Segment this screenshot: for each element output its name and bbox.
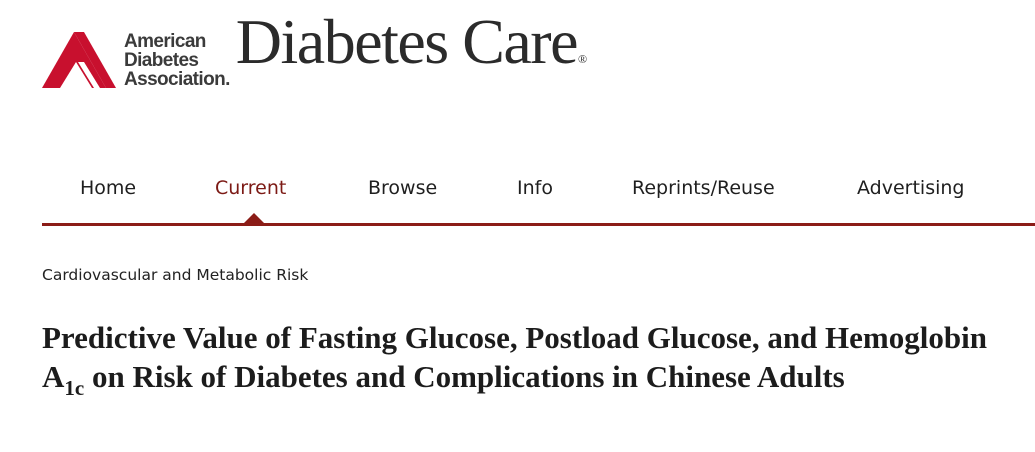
ada-wordmark-line-3: Association. — [124, 69, 230, 90]
nav-item-info[interactable]: Info — [517, 177, 553, 199]
nav-item-home[interactable]: Home — [80, 177, 136, 199]
site-header: American Diabetes Association. Diabetes … — [42, 10, 587, 90]
ada-wordmark-line-2: Diabetes — [124, 50, 199, 71]
article-title: Predictive Value of Fasting Glucose, Pos… — [42, 318, 1002, 399]
journal-title-link[interactable]: Diabetes Care® — [236, 10, 587, 90]
article-title-part-2: on Risk of Diabetes and Complications in… — [84, 359, 845, 394]
ada-wordmark-line-1: American — [124, 31, 206, 52]
nav-list: Home Current Browse Info Reprints/Reuse … — [42, 165, 1035, 223]
article-title-subscript: 1c — [64, 376, 85, 400]
article-category[interactable]: Cardiovascular and Metabolic Risk — [42, 266, 308, 284]
ada-wordmark: American Diabetes Association. — [124, 32, 230, 89]
registered-mark: ® — [578, 52, 587, 66]
nav-item-current[interactable]: Current — [215, 177, 286, 199]
nav-item-browse[interactable]: Browse — [368, 177, 437, 199]
ada-triangle-icon — [42, 32, 116, 88]
ada-logo-link[interactable]: American Diabetes Association. — [42, 30, 230, 90]
journal-title: Diabetes Care — [235, 6, 579, 77]
nav-divider — [42, 223, 1035, 226]
nav-item-reprints-reuse[interactable]: Reprints/Reuse — [632, 177, 775, 199]
main-navigation: Home Current Browse Info Reprints/Reuse … — [42, 165, 1035, 226]
nav-item-advertising[interactable]: Advertising — [857, 177, 964, 199]
